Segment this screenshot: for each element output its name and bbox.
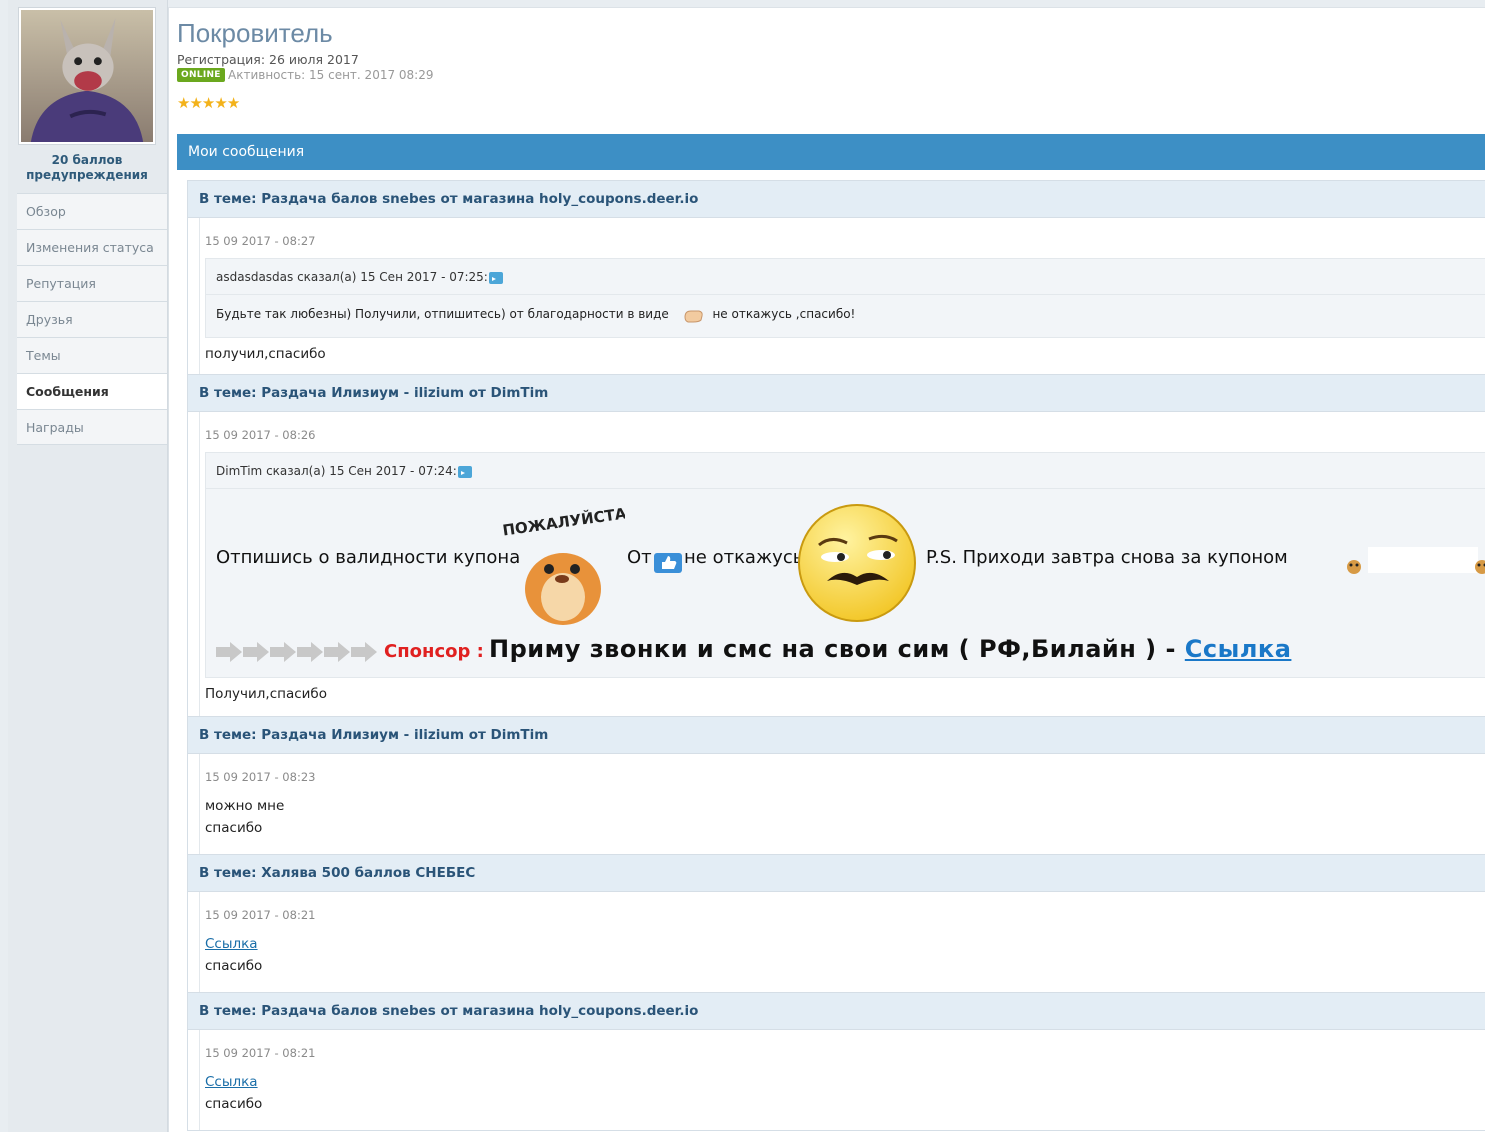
warning-points: 20 баллов предупреждения — [26, 153, 148, 182]
post-date: 15 09 2017 - 08:23 — [205, 770, 316, 784]
hamster-small-icon — [1475, 560, 1485, 574]
post-item: В теме: Раздача балов snebes от магазина… — [187, 992, 1485, 1131]
sponsor-text: Приму звонки и смс на свои сим ( РФ,Била… — [489, 635, 1291, 663]
menu-item-reputation[interactable]: Репутация — [17, 265, 167, 301]
post-item: В теме: Раздача балов snebes от магазина… — [187, 180, 1485, 375]
post-link[interactable]: Ссылка — [205, 936, 258, 952]
menu-item-messages[interactable]: Сообщения — [17, 373, 167, 409]
quote-text-from: От — [627, 547, 652, 568]
profile-menu: Обзор Изменения статуса Репутация Друзья… — [17, 193, 167, 445]
post-item: В теме: Халява 500 баллов СНЕБЕС 15 09 2… — [187, 854, 1485, 993]
quote-author: DimTim сказал(а) 15 Сен 2017 - 07:24: — [216, 464, 457, 478]
quote-link-icon[interactable] — [457, 465, 472, 478]
hamster-sticker: ПОЖАЛУЙСТА — [503, 503, 625, 625]
post-quote: DimTim сказал(а) 15 Сен 2017 - 07:24: От… — [205, 452, 1485, 678]
quote-body: Будьте так любезны) Получили, отпишитесь… — [206, 295, 1485, 335]
user-avatar[interactable] — [18, 7, 156, 145]
mustache-smiley-icon — [798, 504, 916, 622]
post-topic-link[interactable]: В теме: Раздача Илизиум - ilizium от Dim… — [188, 375, 1485, 412]
post-text: спасибо — [205, 958, 263, 974]
post-text: можно мне — [205, 798, 285, 814]
quote-header: DimTim сказал(а) 15 Сен 2017 - 07:24: — [206, 453, 1485, 489]
sponsor-message: Приму звонки и смс на свои сим ( РФ,Била… — [489, 635, 1176, 663]
post-text: получил,спасибо — [205, 346, 326, 362]
menu-item-awards[interactable]: Награды — [17, 409, 167, 445]
registration-date: Регистрация: 26 июля 2017 — [177, 52, 359, 67]
menu-item-overview[interactable]: Обзор — [17, 193, 167, 229]
last-activity: Активность: 15 сент. 2017 08:29 — [228, 68, 434, 82]
post-text: Получил,спасибо — [205, 686, 328, 702]
post-item: В теме: Раздача Илизиум - ilizium от Dim… — [187, 716, 1485, 855]
sponsor-label: Спонсор : — [384, 641, 484, 662]
thumbs-up-icon — [654, 553, 682, 573]
quote-text-no-refuse: не откажусь — [684, 547, 804, 568]
quote-text-ps: P.S. Приходи завтра снова за купоном — [926, 547, 1288, 568]
post-date: 15 09 2017 - 08:21 — [205, 908, 316, 922]
post-text: спасибо — [205, 1096, 263, 1112]
banner-strip — [1368, 547, 1478, 573]
post-topic-link[interactable]: В теме: Халява 500 баллов СНЕБЕС — [188, 855, 1485, 892]
post-text: спасибо — [205, 820, 263, 836]
rating-stars: ★★★★★ — [177, 94, 240, 112]
quote-header: asdasdasdas сказал(а) 15 Сен 2017 - 07:2… — [206, 259, 1485, 295]
star-icon: ★ — [201, 94, 215, 112]
star-icon: ★ — [189, 94, 202, 112]
profile-main: Покровитель Регистрация: 26 июля 2017 ON… — [168, 7, 1485, 1132]
sticker-text: ПОЖАЛУЙСТА — [503, 503, 625, 539]
quote-text-end: не откажусь ,спасибо! — [712, 307, 856, 321]
menu-item-friends[interactable]: Друзья — [17, 301, 167, 337]
post-topic-link[interactable]: В теме: Раздача балов snebes от магазина… — [188, 181, 1485, 218]
post-date: 15 09 2017 - 08:27 — [205, 234, 316, 248]
post-link[interactable]: Ссылка — [205, 1074, 258, 1090]
online-badge: ONLINE — [177, 68, 225, 82]
star-icon: ★ — [214, 94, 227, 112]
post-topic-link[interactable]: В теме: Раздача балов snebes от магазина… — [188, 993, 1485, 1030]
avatar-image — [21, 10, 153, 142]
arrows-decoration-icon — [216, 642, 377, 662]
hamster-small-icon — [1347, 560, 1361, 574]
user-title: Покровитель — [177, 18, 333, 48]
menu-item-topics[interactable]: Темы — [17, 337, 167, 373]
star-icon: ★ — [226, 94, 240, 112]
quote-author: asdasdasdas сказал(а) 15 Сен 2017 - 07:2… — [216, 270, 488, 284]
star-icon: ★ — [177, 94, 190, 112]
post-item: В теме: Раздача Илизиум - ilizium от Dim… — [187, 374, 1485, 717]
post-date: 15 09 2017 - 08:21 — [205, 1046, 316, 1060]
quote-text: Отпишись о валидности купона — [216, 547, 521, 568]
menu-item-status-changes[interactable]: Изменения статуса — [17, 229, 167, 265]
quote-text: Будьте так любезны) Получили, отпишитесь… — [216, 307, 669, 321]
post-quote: asdasdasdas сказал(а) 15 Сен 2017 - 07:2… — [205, 258, 1485, 338]
post-date: 15 09 2017 - 08:26 — [205, 428, 316, 442]
thanks-hand-icon — [684, 310, 703, 322]
section-header: Мои сообщения — [177, 134, 1485, 170]
quote-link-icon[interactable] — [488, 271, 503, 284]
quote-body: Отпишись о валидности купона ПОЖАЛУЙСТА … — [206, 489, 1485, 677]
post-topic-link[interactable]: В теме: Раздача Илизиум - ilizium от Dim… — [188, 717, 1485, 754]
profile-sidebar: 20 баллов предупреждения Обзор Изменения… — [8, 0, 168, 1132]
sponsor-link[interactable]: Ссылка — [1185, 635, 1292, 663]
